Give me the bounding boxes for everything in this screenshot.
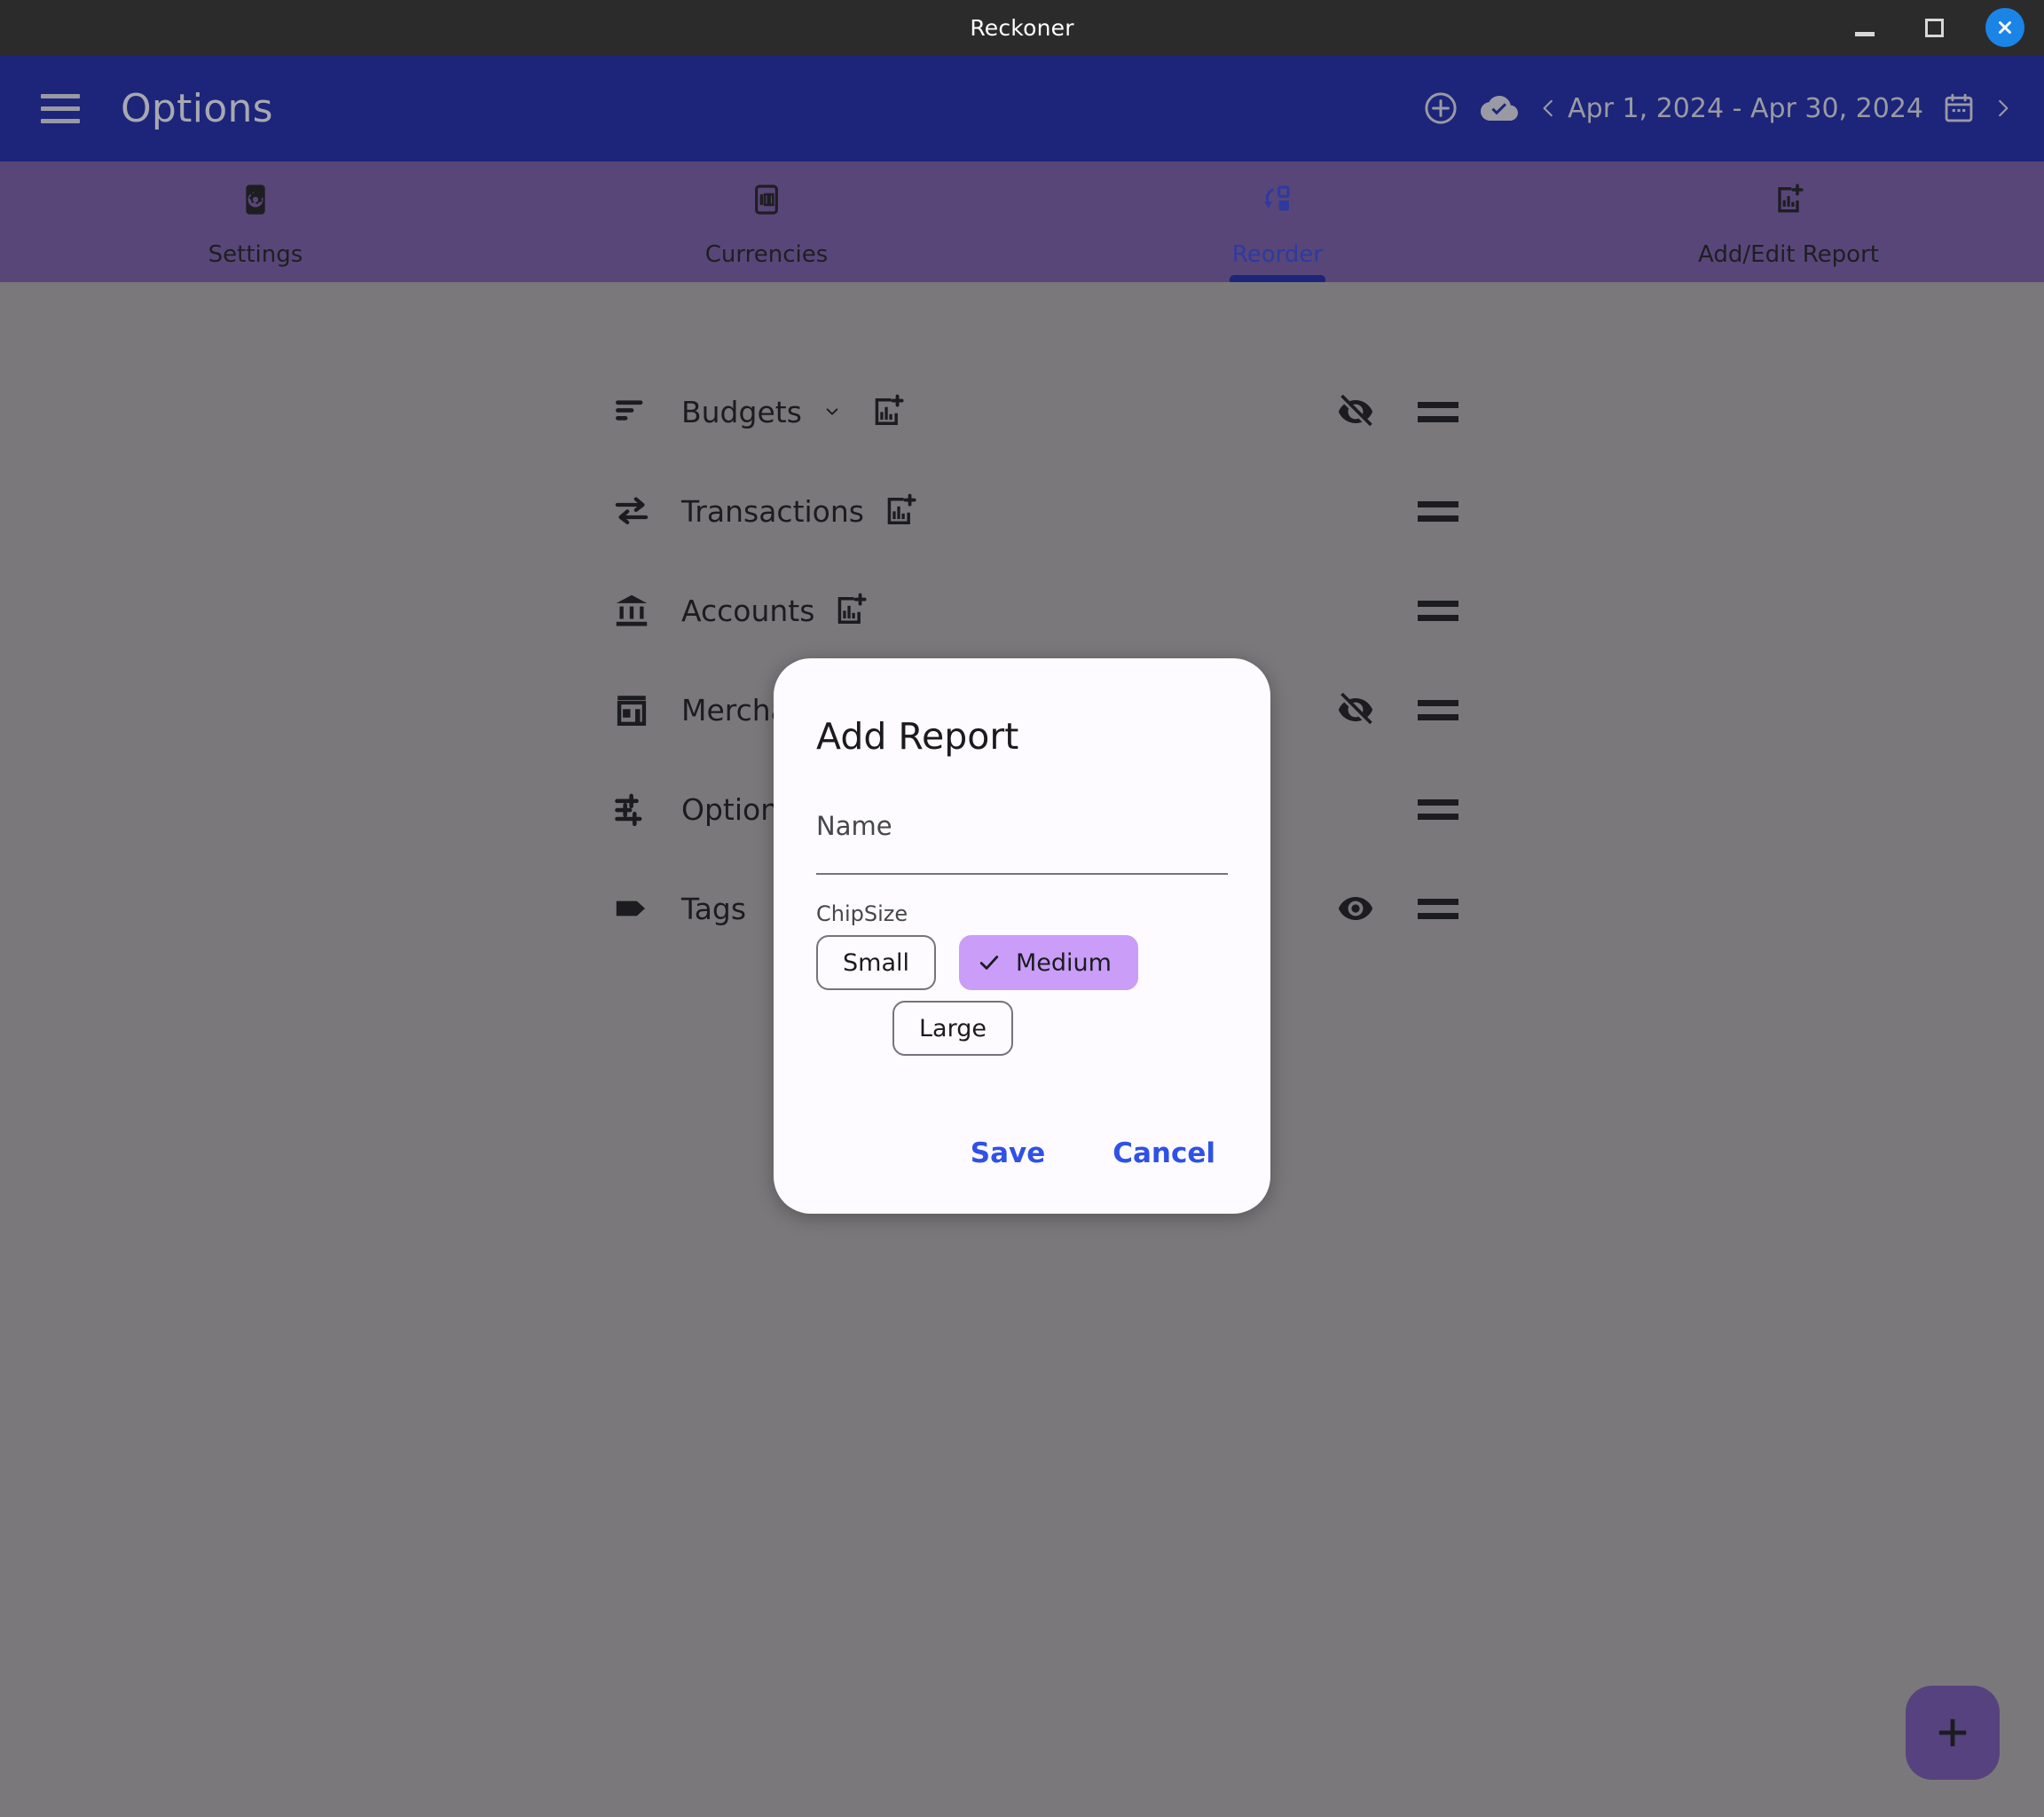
chip-small[interactable]: Small (816, 935, 936, 990)
chip-group: Small Medium (816, 935, 1228, 990)
name-field-underline[interactable] (816, 873, 1228, 875)
app-window: Reckoner Options Apr 1, 2024 - Apr 30, 2… (0, 0, 2044, 1817)
dialog-title: Add Report (816, 715, 1019, 758)
add-report-dialog: Add Report Name ChipSize Small Medium La… (774, 658, 1270, 1214)
chip-large[interactable]: Large (892, 1001, 1013, 1056)
chip-group-row-2: Large (816, 1001, 1228, 1056)
chip-group-label: ChipSize (816, 901, 908, 926)
dialog-actions: Save Cancel (958, 1129, 1228, 1178)
chip-large-label: Large (919, 1014, 987, 1042)
name-field-wrap: Name (816, 811, 1228, 875)
chip-small-label: Small (843, 948, 909, 977)
chip-medium[interactable]: Medium (959, 935, 1138, 990)
check-icon (979, 956, 999, 970)
save-button[interactable]: Save (958, 1129, 1057, 1178)
chip-medium-label: Medium (1016, 948, 1112, 977)
name-field-label: Name (816, 811, 892, 841)
cancel-button[interactable]: Cancel (1100, 1129, 1228, 1178)
